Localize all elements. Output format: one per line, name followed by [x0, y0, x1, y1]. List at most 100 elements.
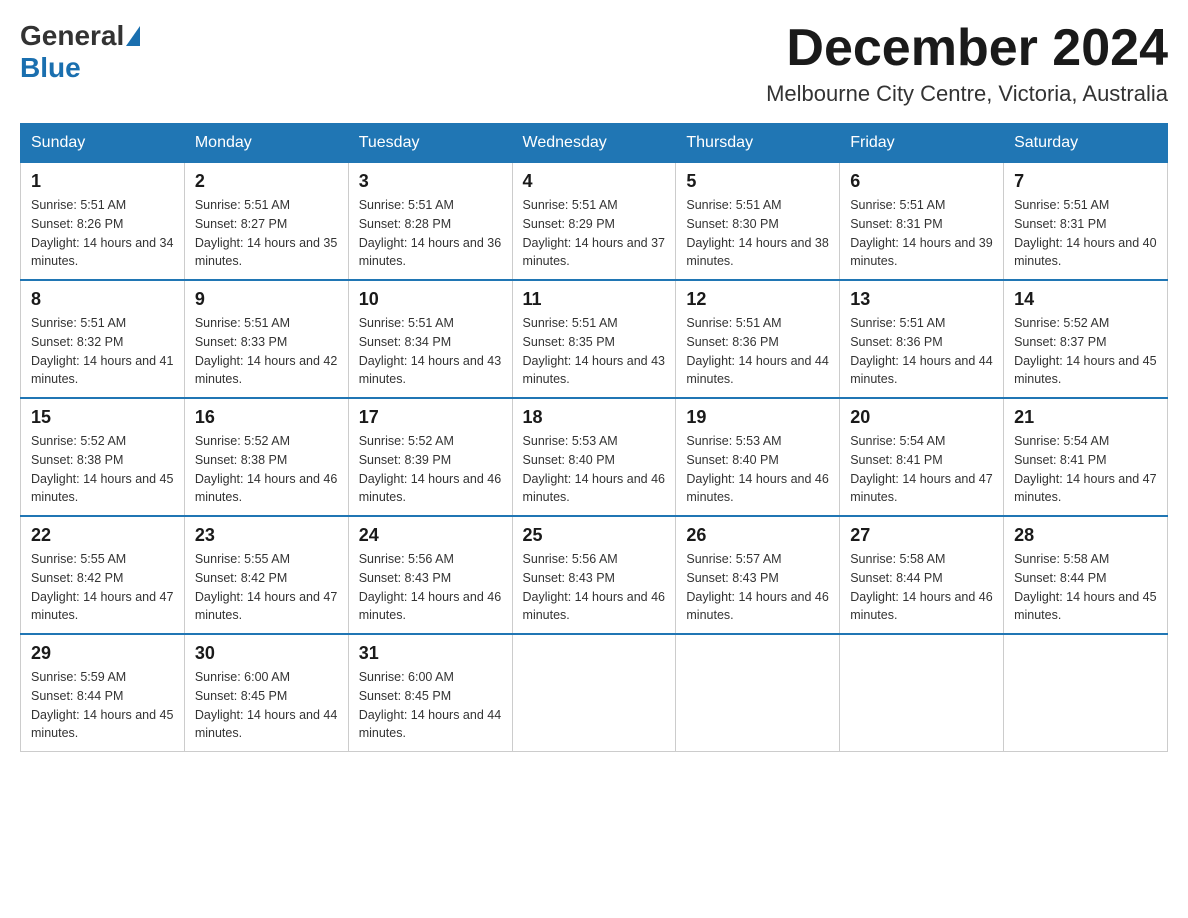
calendar-cell: 13 Sunrise: 5:51 AM Sunset: 8:36 PM Dayl… — [840, 280, 1004, 398]
day-info: Sunrise: 5:51 AM Sunset: 8:31 PM Dayligh… — [1014, 196, 1157, 271]
day-number: 11 — [523, 289, 666, 310]
day-info: Sunrise: 5:56 AM Sunset: 8:43 PM Dayligh… — [523, 550, 666, 625]
calendar-cell: 20 Sunrise: 5:54 AM Sunset: 8:41 PM Dayl… — [840, 398, 1004, 516]
calendar-week-row: 1 Sunrise: 5:51 AM Sunset: 8:26 PM Dayli… — [21, 163, 1168, 281]
logo-triangle-icon — [126, 26, 140, 46]
day-number: 9 — [195, 289, 338, 310]
calendar-cell: 29 Sunrise: 5:59 AM Sunset: 8:44 PM Dayl… — [21, 634, 185, 752]
calendar-cell: 23 Sunrise: 5:55 AM Sunset: 8:42 PM Dayl… — [184, 516, 348, 634]
day-info: Sunrise: 5:52 AM Sunset: 8:37 PM Dayligh… — [1014, 314, 1157, 389]
calendar-week-row: 29 Sunrise: 5:59 AM Sunset: 8:44 PM Dayl… — [21, 634, 1168, 752]
calendar-cell: 16 Sunrise: 5:52 AM Sunset: 8:38 PM Dayl… — [184, 398, 348, 516]
location-title: Melbourne City Centre, Victoria, Austral… — [766, 81, 1168, 107]
day-number: 6 — [850, 171, 993, 192]
day-number: 4 — [523, 171, 666, 192]
day-info: Sunrise: 5:51 AM Sunset: 8:28 PM Dayligh… — [359, 196, 502, 271]
calendar-cell: 18 Sunrise: 5:53 AM Sunset: 8:40 PM Dayl… — [512, 398, 676, 516]
day-info: Sunrise: 5:51 AM Sunset: 8:31 PM Dayligh… — [850, 196, 993, 271]
calendar-cell: 4 Sunrise: 5:51 AM Sunset: 8:29 PM Dayli… — [512, 163, 676, 281]
calendar-cell: 8 Sunrise: 5:51 AM Sunset: 8:32 PM Dayli… — [21, 280, 185, 398]
day-number: 18 — [523, 407, 666, 428]
day-info: Sunrise: 5:59 AM Sunset: 8:44 PM Dayligh… — [31, 668, 174, 743]
calendar-header-saturday: Saturday — [1004, 124, 1168, 163]
calendar-cell: 21 Sunrise: 5:54 AM Sunset: 8:41 PM Dayl… — [1004, 398, 1168, 516]
day-info: Sunrise: 6:00 AM Sunset: 8:45 PM Dayligh… — [359, 668, 502, 743]
day-number: 31 — [359, 643, 502, 664]
calendar-cell: 19 Sunrise: 5:53 AM Sunset: 8:40 PM Dayl… — [676, 398, 840, 516]
day-info: Sunrise: 5:55 AM Sunset: 8:42 PM Dayligh… — [195, 550, 338, 625]
day-info: Sunrise: 5:51 AM Sunset: 8:36 PM Dayligh… — [686, 314, 829, 389]
day-info: Sunrise: 5:55 AM Sunset: 8:42 PM Dayligh… — [31, 550, 174, 625]
calendar-cell: 17 Sunrise: 5:52 AM Sunset: 8:39 PM Dayl… — [348, 398, 512, 516]
calendar-cell: 12 Sunrise: 5:51 AM Sunset: 8:36 PM Dayl… — [676, 280, 840, 398]
day-info: Sunrise: 5:51 AM Sunset: 8:34 PM Dayligh… — [359, 314, 502, 389]
day-number: 22 — [31, 525, 174, 546]
day-info: Sunrise: 5:51 AM Sunset: 8:27 PM Dayligh… — [195, 196, 338, 271]
calendar-cell — [676, 634, 840, 752]
calendar-cell: 1 Sunrise: 5:51 AM Sunset: 8:26 PM Dayli… — [21, 163, 185, 281]
day-number: 5 — [686, 171, 829, 192]
day-info: Sunrise: 5:54 AM Sunset: 8:41 PM Dayligh… — [1014, 432, 1157, 507]
month-title: December 2024 — [766, 20, 1168, 77]
day-number: 3 — [359, 171, 502, 192]
day-number: 2 — [195, 171, 338, 192]
day-number: 12 — [686, 289, 829, 310]
calendar-cell: 14 Sunrise: 5:52 AM Sunset: 8:37 PM Dayl… — [1004, 280, 1168, 398]
day-number: 26 — [686, 525, 829, 546]
calendar-table: SundayMondayTuesdayWednesdayThursdayFrid… — [20, 123, 1168, 752]
day-number: 13 — [850, 289, 993, 310]
day-number: 23 — [195, 525, 338, 546]
day-info: Sunrise: 5:52 AM Sunset: 8:38 PM Dayligh… — [31, 432, 174, 507]
calendar-header-monday: Monday — [184, 124, 348, 163]
day-info: Sunrise: 5:58 AM Sunset: 8:44 PM Dayligh… — [850, 550, 993, 625]
calendar-cell: 3 Sunrise: 5:51 AM Sunset: 8:28 PM Dayli… — [348, 163, 512, 281]
day-number: 20 — [850, 407, 993, 428]
calendar-header-wednesday: Wednesday — [512, 124, 676, 163]
calendar-cell: 26 Sunrise: 5:57 AM Sunset: 8:43 PM Dayl… — [676, 516, 840, 634]
calendar-cell: 25 Sunrise: 5:56 AM Sunset: 8:43 PM Dayl… — [512, 516, 676, 634]
day-info: Sunrise: 5:51 AM Sunset: 8:29 PM Dayligh… — [523, 196, 666, 271]
day-info: Sunrise: 5:51 AM Sunset: 8:26 PM Dayligh… — [31, 196, 174, 271]
calendar-cell: 7 Sunrise: 5:51 AM Sunset: 8:31 PM Dayli… — [1004, 163, 1168, 281]
calendar-cell — [840, 634, 1004, 752]
day-number: 25 — [523, 525, 666, 546]
day-info: Sunrise: 5:54 AM Sunset: 8:41 PM Dayligh… — [850, 432, 993, 507]
day-info: Sunrise: 5:58 AM Sunset: 8:44 PM Dayligh… — [1014, 550, 1157, 625]
calendar-cell: 15 Sunrise: 5:52 AM Sunset: 8:38 PM Dayl… — [21, 398, 185, 516]
day-number: 24 — [359, 525, 502, 546]
day-number: 28 — [1014, 525, 1157, 546]
calendar-header-tuesday: Tuesday — [348, 124, 512, 163]
day-info: Sunrise: 6:00 AM Sunset: 8:45 PM Dayligh… — [195, 668, 338, 743]
page-header: General Blue December 2024 Melbourne Cit… — [20, 20, 1168, 107]
calendar-cell: 6 Sunrise: 5:51 AM Sunset: 8:31 PM Dayli… — [840, 163, 1004, 281]
day-info: Sunrise: 5:56 AM Sunset: 8:43 PM Dayligh… — [359, 550, 502, 625]
calendar-cell: 27 Sunrise: 5:58 AM Sunset: 8:44 PM Dayl… — [840, 516, 1004, 634]
logo-general-text: General — [20, 20, 124, 52]
day-info: Sunrise: 5:51 AM Sunset: 8:33 PM Dayligh… — [195, 314, 338, 389]
calendar-cell: 22 Sunrise: 5:55 AM Sunset: 8:42 PM Dayl… — [21, 516, 185, 634]
day-number: 16 — [195, 407, 338, 428]
calendar-week-row: 8 Sunrise: 5:51 AM Sunset: 8:32 PM Dayli… — [21, 280, 1168, 398]
day-number: 15 — [31, 407, 174, 428]
calendar-cell: 2 Sunrise: 5:51 AM Sunset: 8:27 PM Dayli… — [184, 163, 348, 281]
calendar-header-row: SundayMondayTuesdayWednesdayThursdayFrid… — [21, 124, 1168, 163]
day-info: Sunrise: 5:51 AM Sunset: 8:35 PM Dayligh… — [523, 314, 666, 389]
day-number: 19 — [686, 407, 829, 428]
calendar-cell — [1004, 634, 1168, 752]
day-info: Sunrise: 5:53 AM Sunset: 8:40 PM Dayligh… — [686, 432, 829, 507]
calendar-header-sunday: Sunday — [21, 124, 185, 163]
day-info: Sunrise: 5:52 AM Sunset: 8:38 PM Dayligh… — [195, 432, 338, 507]
title-section: December 2024 Melbourne City Centre, Vic… — [766, 20, 1168, 107]
calendar-cell: 30 Sunrise: 6:00 AM Sunset: 8:45 PM Dayl… — [184, 634, 348, 752]
calendar-cell: 28 Sunrise: 5:58 AM Sunset: 8:44 PM Dayl… — [1004, 516, 1168, 634]
day-info: Sunrise: 5:51 AM Sunset: 8:36 PM Dayligh… — [850, 314, 993, 389]
day-number: 29 — [31, 643, 174, 664]
calendar-header-thursday: Thursday — [676, 124, 840, 163]
day-number: 7 — [1014, 171, 1157, 192]
logo: General Blue — [20, 20, 142, 84]
day-info: Sunrise: 5:53 AM Sunset: 8:40 PM Dayligh… — [523, 432, 666, 507]
calendar-header-friday: Friday — [840, 124, 1004, 163]
day-number: 8 — [31, 289, 174, 310]
day-number: 27 — [850, 525, 993, 546]
calendar-cell: 9 Sunrise: 5:51 AM Sunset: 8:33 PM Dayli… — [184, 280, 348, 398]
